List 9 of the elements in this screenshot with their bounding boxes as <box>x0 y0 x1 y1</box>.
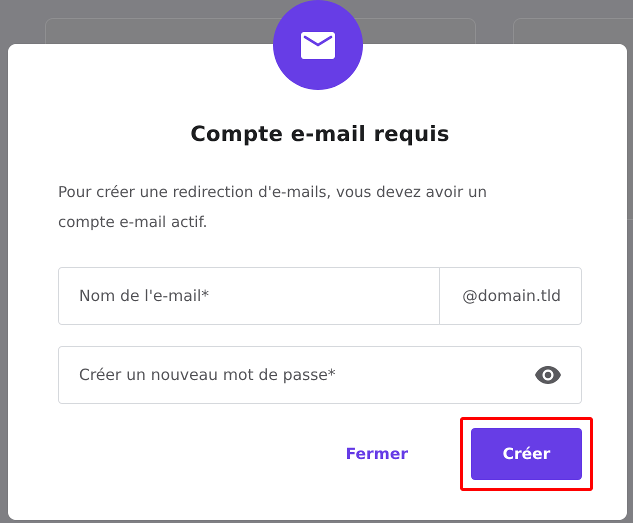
envelope-icon <box>301 32 335 58</box>
create-button[interactable]: Créer <box>471 428 582 480</box>
dialog-message: Pour créer une redirection d'e-mails, vous devez avoir un compte e-mail actif. <box>58 182 488 233</box>
email-field[interactable]: Nom de l'e-mail* @domain.tld <box>58 267 582 325</box>
email-input[interactable]: Nom de l'e-mail* <box>59 268 440 324</box>
close-button[interactable]: Fermer <box>346 428 408 480</box>
domain-suffix: @domain.tld <box>439 268 581 324</box>
dialog-title: Compte e-mail requis <box>189 122 451 146</box>
eye-icon[interactable] <box>534 365 562 385</box>
